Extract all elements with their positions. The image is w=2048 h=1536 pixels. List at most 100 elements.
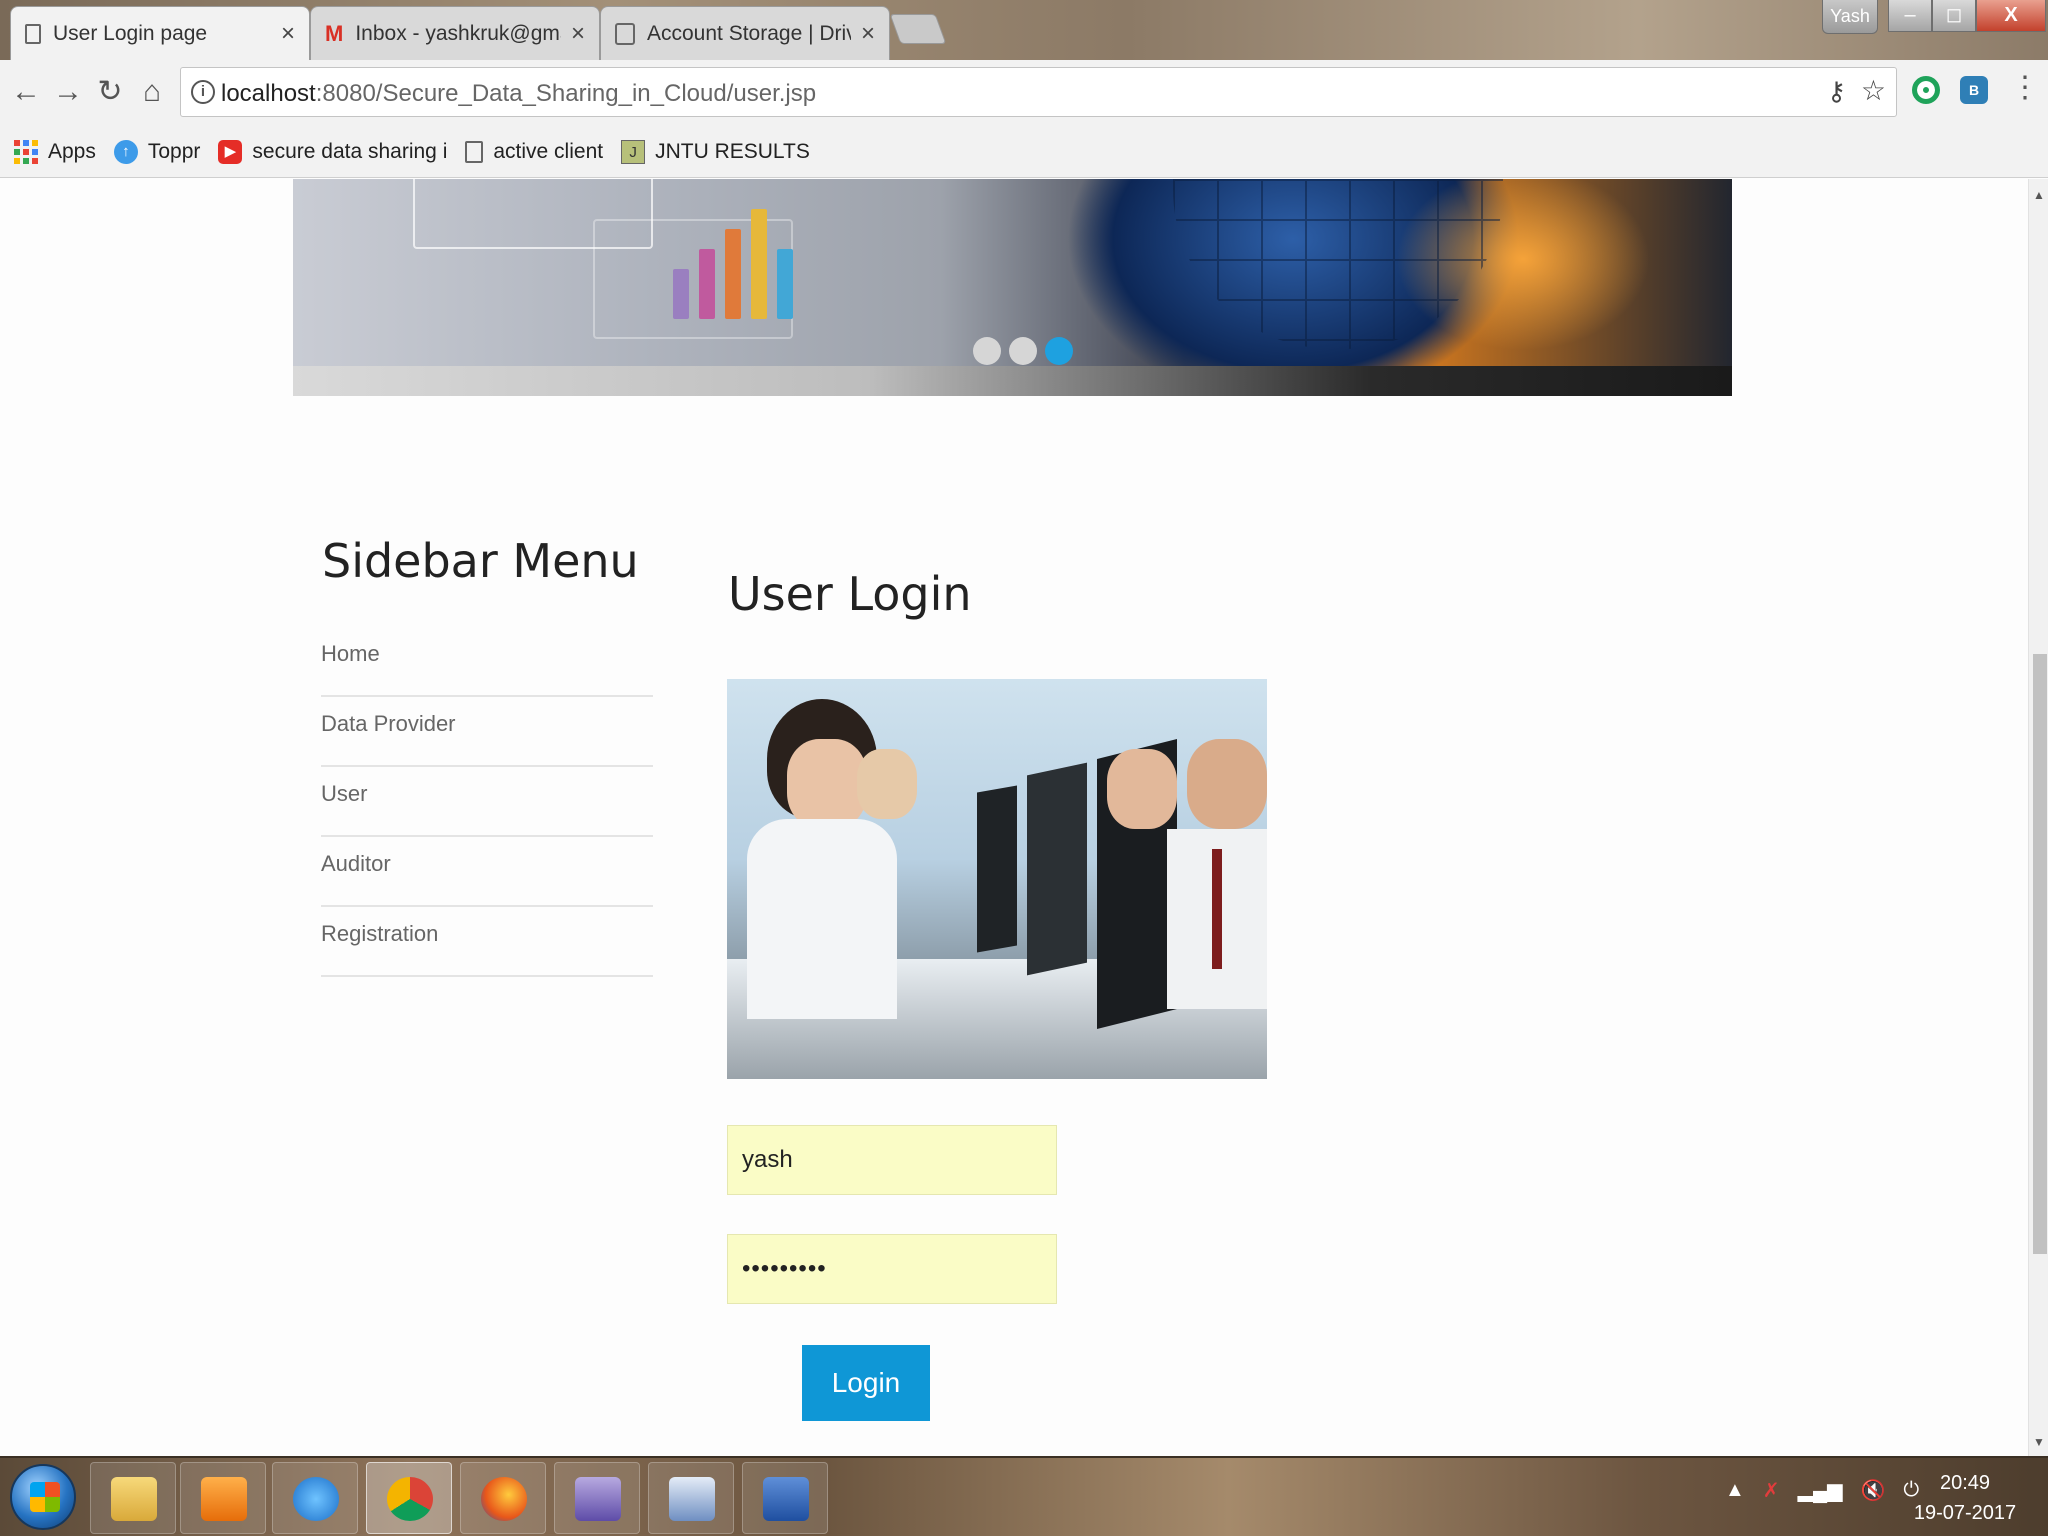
- sidebar-item-user[interactable]: User: [321, 767, 653, 837]
- photo-person-face: [787, 739, 867, 829]
- taskbar-word[interactable]: [742, 1462, 828, 1534]
- windows-taskbar: ▲ ✗ ▂▄▆ 🔇 ⏻ 20:49 19-07-2017: [0, 1456, 2048, 1536]
- sidebar-title: Sidebar Menu: [322, 534, 639, 588]
- key-icon[interactable]: ⚷: [1827, 76, 1846, 107]
- bookmarks-bar: Apps ↑ Toppr ▶ secure data sharing i act…: [0, 126, 2048, 178]
- bookmark-apps[interactable]: Apps: [14, 139, 96, 164]
- photo-monitor: [977, 785, 1017, 953]
- media-player-icon: [201, 1477, 247, 1521]
- close-tab-icon[interactable]: ×: [281, 20, 295, 48]
- tab-title: Inbox - yashkruk@gmail: [355, 21, 561, 45]
- bookmark-star-icon[interactable]: ☆: [1861, 74, 1886, 107]
- jntu-icon: J: [621, 139, 646, 164]
- sidebar-item-home[interactable]: Home: [321, 627, 653, 697]
- taskbar-app[interactable]: [554, 1462, 640, 1534]
- chrome-menu-icon[interactable]: ⋮: [2010, 70, 2040, 105]
- sidebar-item-auditor[interactable]: Auditor: [321, 837, 653, 907]
- internet-explorer-icon: [293, 1477, 339, 1521]
- app-icon: [575, 1477, 621, 1521]
- tab-title: User Login page: [53, 21, 208, 45]
- slider-dot[interactable]: [1009, 337, 1037, 365]
- url-text[interactable]: localhost:8080/Secure_Data_Sharing_in_Cl…: [221, 80, 816, 108]
- sidebar-menu: Home Data Provider User Auditor Registra…: [321, 627, 653, 977]
- password-input[interactable]: [727, 1234, 1057, 1304]
- page-icon: [25, 23, 41, 44]
- taskbar-virtualbox[interactable]: [648, 1462, 734, 1534]
- close-window-button[interactable]: X: [1976, 0, 2046, 32]
- windows-logo-icon: [30, 1482, 60, 1512]
- taskbar-internet-explorer[interactable]: [272, 1462, 358, 1534]
- clock-date: 19-07-2017: [1913, 1502, 2017, 1524]
- start-button[interactable]: [10, 1464, 76, 1530]
- tab-account-storage[interactable]: Account Storage | Drive ×: [600, 6, 890, 60]
- photo-person-shirt: [747, 819, 897, 1019]
- bookmark-jntu-results[interactable]: J JNTU RESULTS: [621, 139, 810, 164]
- info-icon[interactable]: i: [191, 80, 215, 104]
- taskbar-media-player[interactable]: [180, 1462, 266, 1534]
- taskbar-chrome[interactable]: [366, 1462, 452, 1534]
- login-button[interactable]: Login: [802, 1345, 930, 1421]
- firefox-icon: [481, 1477, 527, 1521]
- show-hidden-icons-icon[interactable]: ▲: [1725, 1479, 1745, 1502]
- antivirus-icon[interactable]: ✗: [1763, 1478, 1780, 1503]
- sidebar-item-data-provider[interactable]: Data Provider: [321, 697, 653, 767]
- slider-dot[interactable]: [973, 337, 1001, 365]
- page-viewport: Sidebar Menu Home Data Provider User Aud…: [0, 179, 2028, 1456]
- office-workers-photo: [727, 679, 1267, 1079]
- close-tab-icon[interactable]: ×: [571, 20, 585, 48]
- taskbar-explorer[interactable]: [90, 1462, 176, 1534]
- bookmark-label: active client: [493, 139, 604, 163]
- address-bar[interactable]: i localhost:8080/Secure_Data_Sharing_in_…: [180, 67, 1897, 117]
- browser-toolbar: ← → ↻ ⌂ i localhost:8080/Secure_Data_Sha…: [0, 60, 2048, 126]
- bookmark-secure-data-sharing[interactable]: ▶ secure data sharing i: [218, 139, 447, 164]
- scroll-down-arrow-icon[interactable]: ▼: [2029, 1432, 2048, 1452]
- toppr-icon: ↑: [113, 139, 138, 164]
- minimize-button[interactable]: –: [1888, 0, 1932, 32]
- clock-time: 20:49: [1939, 1472, 1991, 1494]
- extension-green-icon[interactable]: [1912, 76, 1940, 104]
- extension-shield-icon[interactable]: B: [1960, 76, 1988, 104]
- virtualbox-icon: [669, 1477, 715, 1521]
- bookmark-toppr[interactable]: ↑ Toppr: [113, 139, 201, 164]
- photo-person-face-3: [1107, 749, 1177, 829]
- tab-title: Account Storage | Drive: [647, 21, 851, 45]
- banner-globe-grid: [1173, 179, 1503, 349]
- taskbar-clock[interactable]: 20:49 19-07-2017: [1905, 1468, 2025, 1528]
- tab-inbox[interactable]: M Inbox - yashkruk@gmail ×: [310, 6, 600, 60]
- slider-dot-active[interactable]: [1045, 337, 1073, 365]
- username-input[interactable]: [727, 1125, 1057, 1195]
- maximize-button[interactable]: ◻: [1932, 0, 1976, 32]
- banner-bottom-strip: [293, 366, 1732, 396]
- bookmark-label: JNTU RESULTS: [655, 139, 810, 163]
- reload-icon[interactable]: ↻: [92, 72, 128, 112]
- photo-monitor: [1027, 762, 1087, 976]
- chrome-icon: [387, 1477, 433, 1521]
- scrollbar-thumb[interactable]: [2033, 654, 2047, 1254]
- sidebar-item-registration[interactable]: Registration: [321, 907, 653, 977]
- home-icon[interactable]: ⌂: [134, 72, 170, 112]
- drive-icon: [615, 22, 635, 45]
- profile-button[interactable]: Yash: [1822, 0, 1878, 34]
- banner-bar-graphic: [673, 209, 793, 319]
- browser-titlebar: User Login page × M Inbox - yashkruk@gma…: [0, 0, 2048, 60]
- bookmark-label: Toppr: [147, 139, 201, 163]
- network-signal-icon[interactable]: ▂▄▆: [1798, 1478, 1843, 1503]
- new-tab-button[interactable]: [889, 14, 947, 44]
- photo-person-face-4: [1187, 739, 1267, 829]
- page-icon: [465, 140, 484, 163]
- window-controls: – ◻ X: [1888, 0, 2046, 34]
- back-arrow-icon[interactable]: ←: [8, 72, 44, 112]
- close-tab-icon[interactable]: ×: [861, 20, 875, 48]
- forward-arrow-icon[interactable]: →: [50, 72, 86, 112]
- apps-grid-icon: [14, 139, 38, 164]
- photo-person-face-2: [857, 749, 917, 819]
- slider-dots: [973, 337, 1073, 365]
- scroll-up-arrow-icon[interactable]: ▲: [2029, 185, 2048, 205]
- youtube-icon: ▶: [218, 139, 243, 164]
- taskbar-firefox[interactable]: [460, 1462, 546, 1534]
- vertical-scrollbar[interactable]: ▲ ▼: [2028, 179, 2048, 1456]
- system-tray: ▲ ✗ ▂▄▆ 🔇 ⏻: [1725, 1478, 1919, 1503]
- volume-muted-icon[interactable]: 🔇: [1861, 1478, 1886, 1503]
- bookmark-active-client[interactable]: active client: [465, 140, 603, 164]
- tab-user-login[interactable]: User Login page ×: [10, 6, 310, 60]
